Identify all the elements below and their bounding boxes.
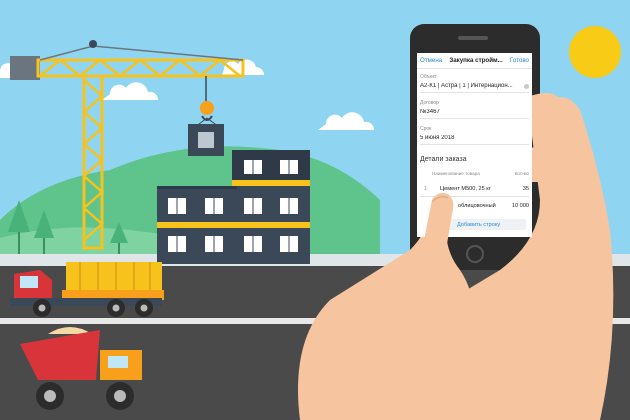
object-field[interactable]: Объект А2-К1 | Астра | 1 | Интернацион..…	[420, 74, 529, 93]
construction-scene	[0, 0, 630, 420]
screen-title: Закупка стройм...	[449, 57, 503, 64]
cancel-button[interactable]: Отмена	[420, 57, 442, 64]
order-details-heading: Детали заказа	[420, 156, 467, 163]
row-name: облицовочный	[458, 203, 496, 209]
col-name-header: Наименование товара	[432, 171, 480, 176]
row-qty: 10 000	[511, 203, 529, 209]
date-label: Срок	[420, 126, 432, 132]
add-row-button[interactable]: Добавить строку	[447, 219, 526, 230]
contract-value: №3467	[420, 109, 440, 115]
phone-screen: Отмена Закупка стройм... Готово Объект А…	[417, 53, 532, 237]
clear-icon[interactable]	[524, 84, 529, 89]
object-value: А2-К1 | Астра | 1 | Интернацион...	[420, 83, 513, 89]
col-qty-header: Кол-во	[514, 171, 529, 176]
row-name: Цемент М500, 25 кг	[440, 186, 491, 192]
done-button[interactable]: Готово	[510, 57, 529, 64]
nav-bar: Отмена Закупка стройм... Готово	[417, 53, 532, 69]
sun-icon	[569, 26, 621, 78]
date-value: 5 июня 2018	[420, 135, 455, 141]
row-qty: 35	[522, 186, 529, 192]
date-field[interactable]: Срок 5 июня 2018	[420, 126, 529, 145]
contract-label: Договор	[420, 100, 439, 106]
add-row-label: Добавить строку	[457, 221, 501, 228]
contract-field[interactable]: Договор №3467	[420, 100, 529, 119]
illustration: Отмена Закупка стройм... Готово Объект А…	[0, 0, 630, 420]
object-label: Объект	[420, 74, 438, 80]
